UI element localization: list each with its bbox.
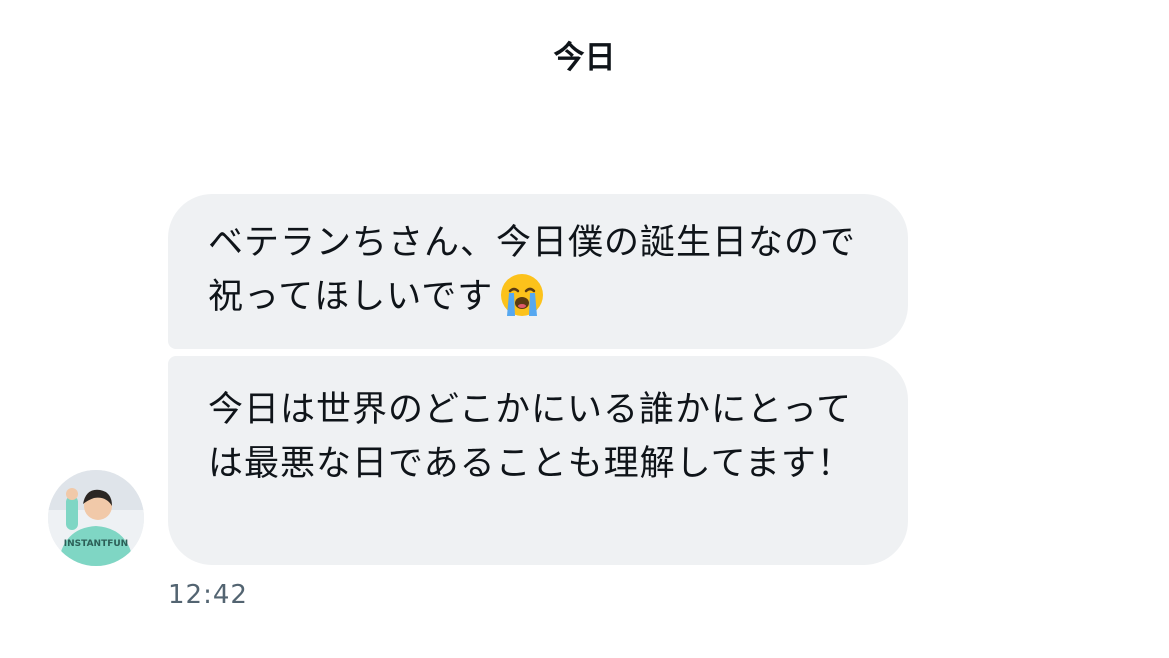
avatar[interactable]: INSTANTFUN xyxy=(48,470,144,566)
date-divider: 今日 xyxy=(553,40,616,76)
svg-text:INSTANTFUN: INSTANTFUN xyxy=(64,539,128,549)
message-bubble[interactable]: ベテランちさん、今日僕の誕生日なので祝ってほしいです xyxy=(168,194,908,349)
message-text: 今日は世界のどこかにいる誰かにとっては最悪な日であることも理解してます！ xyxy=(208,390,853,484)
loudly-crying-face-icon xyxy=(499,272,545,334)
message-timestamp: 12:42 xyxy=(168,580,248,610)
message-bubble[interactable]: 今日は世界のどこかにいる誰かにとっては最悪な日であることも理解してます！ xyxy=(168,356,908,565)
